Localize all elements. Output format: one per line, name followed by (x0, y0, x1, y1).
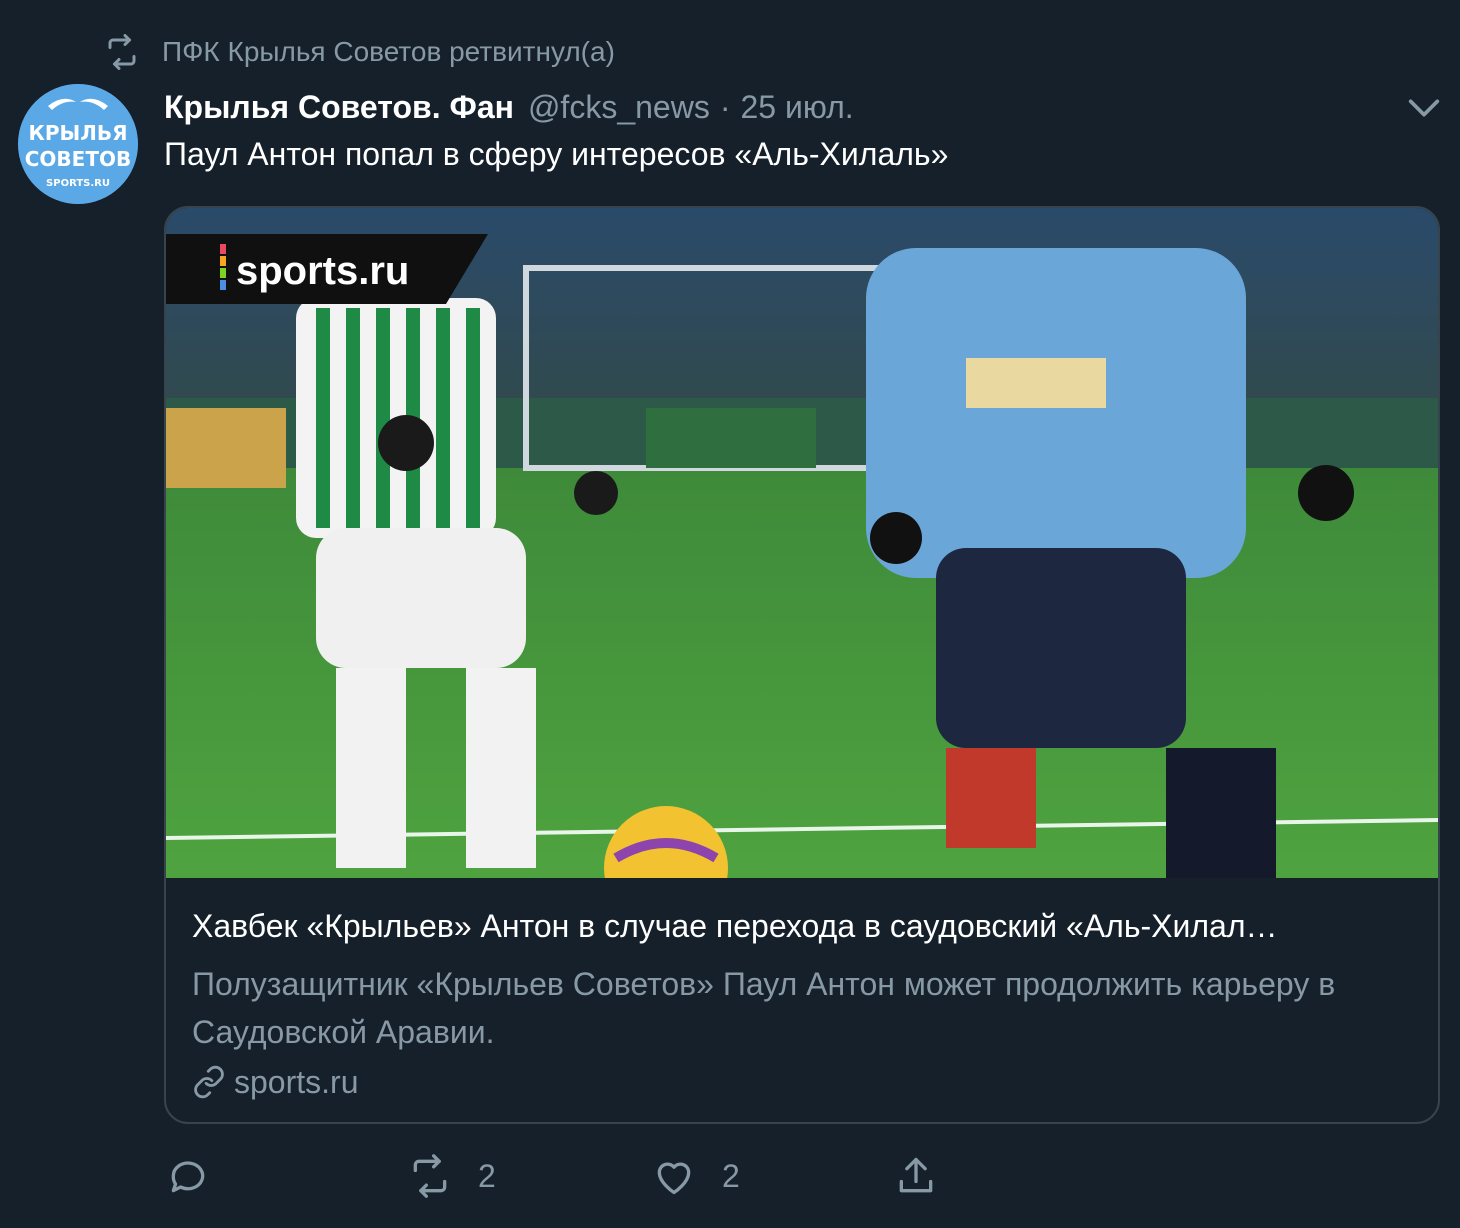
tweet-header: Крылья Советов. Фан @fcks_news · 25 июл. (164, 82, 1370, 132)
avatar[interactable]: КРЫЛЬЯ СОВЕТОВ SPORTS.RU (18, 84, 138, 204)
tweet-text: Паул Антон попал в сферу интересов «Аль-… (164, 136, 949, 172)
reply-button[interactable] (166, 1150, 236, 1202)
link-card[interactable]: sports.ru Хавбек «Крыльев» Антон в случа… (164, 206, 1440, 1124)
card-title[interactable]: Хавбек «Крыльев» Антон в случае перехода… (192, 908, 1412, 945)
share-icon (899, 1157, 933, 1193)
retweet-button[interactable]: 2 (408, 1150, 496, 1202)
retweet-context[interactable]: ПФК Крылья Советов ретвитнул(а) (104, 30, 615, 74)
like-count: 2 (722, 1157, 740, 1194)
retweet-icon (413, 1154, 447, 1198)
chevron-down-icon[interactable] (1404, 88, 1444, 128)
display-name[interactable]: Крылья Советов. Фан (164, 89, 514, 126)
tweet-actions: 2 2 (0, 1150, 1460, 1202)
card-description: Полузащитник «Крыльев Советов» Паул Анто… (192, 966, 1336, 1050)
like-button[interactable]: 2 (652, 1150, 740, 1202)
card-domain[interactable]: sports.ru (192, 1060, 358, 1104)
retweet-context-label: ПФК Крылья Советов ретвитнул(а) (162, 36, 615, 67)
avatar-text-line3: SPORTS.RU (46, 178, 110, 189)
card-image[interactable]: sports.ru (166, 208, 1440, 878)
sports-ru-logo: sports.ru (236, 249, 409, 293)
separator: · (719, 88, 731, 125)
share-button[interactable] (894, 1150, 938, 1202)
card-domain-label: sports.ru (234, 1063, 359, 1100)
avatar-text-line2: СОВЕТОВ (25, 147, 131, 171)
reply-icon (171, 1161, 205, 1193)
avatar-logo: КРЫЛЬЯ СОВЕТОВ SPORTS.RU (18, 84, 138, 204)
heart-icon (657, 1162, 691, 1195)
handle[interactable]: @fcks_news (528, 89, 710, 126)
retweet-count: 2 (478, 1157, 496, 1194)
tweet-date[interactable]: 25 июл. (740, 89, 853, 126)
link-icon (194, 1065, 224, 1099)
avatar-text-line1: КРЫЛЬЯ (29, 121, 128, 145)
retweet-icon (108, 34, 136, 70)
